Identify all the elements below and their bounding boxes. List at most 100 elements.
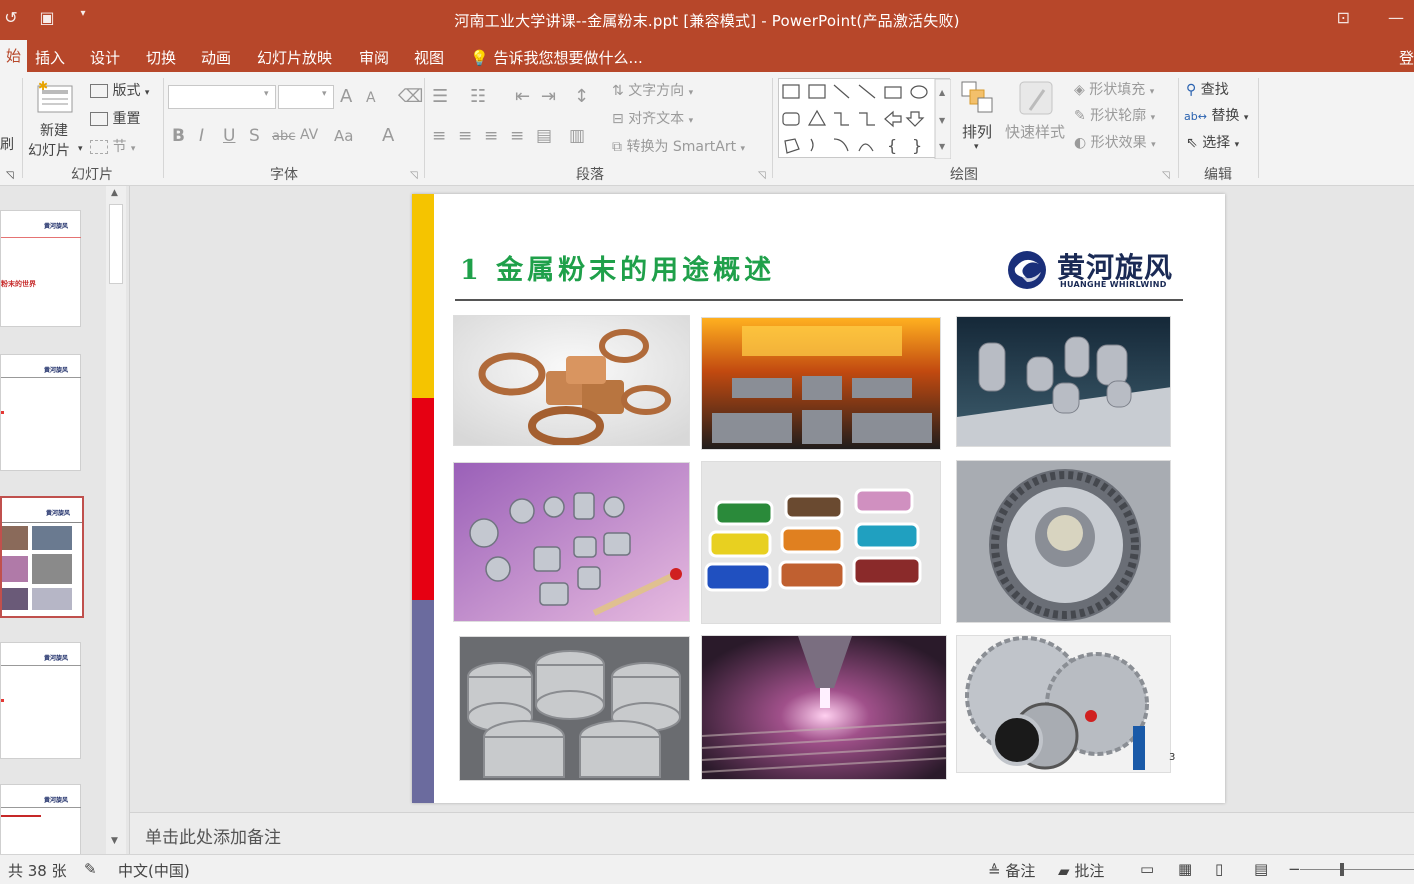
notes-placeholder[interactable]: 单击此处添加备注: [145, 823, 281, 848]
slide-thumbnail[interactable]: 黄河旋风: [0, 784, 81, 854]
layout-button[interactable]: 版式 ▾: [90, 80, 149, 100]
select-button[interactable]: ⇖ 选择 ▾: [1186, 132, 1239, 152]
align-right-icon[interactable]: ≡: [484, 126, 498, 146]
numbering-icon[interactable]: ☷: [470, 86, 486, 107]
align-left-icon[interactable]: ≡: [432, 126, 446, 146]
line-spacing-icon[interactable]: ↕: [574, 86, 589, 107]
shape-fill-button[interactable]: ◈ 形状填充 ▾: [1074, 79, 1154, 99]
metal-parts-photo[interactable]: [453, 462, 690, 622]
section-button[interactable]: 节 ▾: [90, 136, 135, 156]
scrollbar-thumb[interactable]: [109, 204, 123, 284]
italic-button[interactable]: I: [199, 126, 204, 146]
shrink-font-button[interactable]: A: [366, 90, 376, 106]
scroll-down-icon[interactable]: ▼: [111, 836, 118, 846]
tab-review[interactable]: 审阅: [359, 47, 389, 68]
clipboard-launcher-icon[interactable]: ◹: [6, 170, 14, 181]
decrease-indent-icon[interactable]: ⇤: [515, 86, 530, 107]
font-launcher-icon[interactable]: ◹: [410, 170, 418, 181]
title-bar: ↺ ▣ ▾ 河南工业大学讲课--金属粉末.ppt [兼容模式] - PowerP…: [0, 0, 1414, 40]
tab-transitions[interactable]: 切换: [146, 47, 176, 68]
zoom-slider[interactable]: [1300, 863, 1414, 876]
find-button[interactable]: ⚲ 查找: [1186, 79, 1229, 99]
normal-view-icon[interactable]: ▭: [1140, 860, 1154, 878]
pen-icon: ✎: [1074, 108, 1086, 124]
sign-in-link[interactable]: 登: [1399, 47, 1414, 68]
slide-thumbnail-selected[interactable]: 黄河旋风: [0, 496, 84, 618]
colored-powders-photo[interactable]: [701, 461, 941, 624]
tab-insert[interactable]: 插入: [35, 47, 65, 68]
wire-spools-photo[interactable]: [459, 636, 690, 781]
window-controls: ⊡ —: [1337, 8, 1404, 27]
comments-toggle-button[interactable]: ▰ 批注: [1058, 860, 1104, 881]
tab-slideshow[interactable]: 幻灯片放映: [257, 47, 332, 68]
laser-cladding-photo[interactable]: [701, 635, 947, 780]
shape-outline-button[interactable]: ✎ 形状轮廓 ▾: [1074, 105, 1155, 125]
reset-button[interactable]: 重置: [90, 108, 140, 128]
shadow-button[interactable]: S: [249, 126, 260, 146]
notes-toggle-button[interactable]: ≜ 备注: [988, 860, 1035, 881]
replace-button[interactable]: ab↔ 替换 ▾: [1184, 105, 1248, 125]
tab-view[interactable]: 视图: [414, 47, 444, 68]
text-direction-button[interactable]: ⇅ 文字方向 ▾: [612, 80, 693, 100]
diamond-saw-blades-photo[interactable]: [956, 635, 1171, 773]
columns-icon[interactable]: ▥: [569, 126, 585, 146]
distribute-icon[interactable]: ▤: [536, 126, 552, 146]
sintering-furnace-photo[interactable]: [701, 317, 941, 450]
slide-title[interactable]: 1 金属粉末的用途概述: [460, 248, 775, 287]
gear-ring-photo[interactable]: [956, 460, 1171, 623]
slide-sorter-icon[interactable]: ▦: [1178, 860, 1192, 878]
thumbnail-scrollbar[interactable]: ▲ ▼: [106, 186, 126, 854]
svg-text:▼: ▼: [939, 116, 946, 125]
underline-button[interactable]: U: [223, 126, 235, 146]
grow-font-button[interactable]: A: [340, 86, 352, 107]
slide-thumbnail[interactable]: 黄河旋风 粉末的世界: [0, 210, 81, 327]
zoom-slider-thumb[interactable]: [1340, 863, 1344, 876]
slide-number: 3: [1169, 752, 1176, 763]
notes-pane[interactable]: 单击此处添加备注: [130, 812, 1414, 854]
tab-home[interactable]: 始: [0, 40, 28, 72]
format-painter-button[interactable]: 刷: [0, 134, 14, 154]
reset-icon: [90, 112, 108, 126]
slide-thumbnail[interactable]: 黄河旋风: [0, 354, 81, 471]
clear-formatting-icon[interactable]: ⌫: [398, 86, 423, 107]
paragraph-group-label: 段落: [576, 167, 604, 183]
language-indicator[interactable]: 中文(中国): [118, 860, 190, 881]
strikethrough-button[interactable]: abc: [272, 129, 295, 144]
font-color-button[interactable]: A: [382, 125, 394, 146]
tell-me-search[interactable]: 💡 告诉我您想要做什么...: [470, 47, 643, 68]
quick-styles-button[interactable]: [1018, 80, 1056, 120]
slide-thumbnail[interactable]: 黄河旋风: [0, 642, 81, 759]
reading-view-icon[interactable]: ▯: [1215, 860, 1223, 878]
bullets-icon[interactable]: ☰: [432, 86, 448, 107]
paragraph-launcher-icon[interactable]: ◹: [758, 170, 766, 181]
slide[interactable]: 1 金属粉末的用途概述 黄河旋风 HUANGHE WHIRLWIND 3: [412, 194, 1225, 803]
align-text-button[interactable]: ⊟ 对齐文本 ▾: [612, 108, 693, 128]
tab-design[interactable]: 设计: [90, 47, 120, 68]
font-name-field[interactable]: [168, 85, 276, 109]
font-name-dropdown-icon[interactable]: ▾: [264, 89, 269, 99]
char-spacing-button[interactable]: AV: [300, 127, 318, 143]
svg-text:✱: ✱: [38, 80, 48, 93]
convert-smartart-button[interactable]: ⧉ 转换为 SmartArt ▾: [612, 136, 745, 156]
font-size-dropdown-icon[interactable]: ▾: [322, 89, 327, 99]
slideshow-view-icon[interactable]: ▤: [1254, 860, 1268, 878]
arrange-button[interactable]: [960, 80, 996, 120]
new-slide-button[interactable]: ✱: [36, 79, 76, 120]
justify-icon[interactable]: ≡: [510, 126, 524, 146]
copper-bushings-photo[interactable]: [453, 315, 690, 446]
spell-check-icon[interactable]: ✎: [84, 860, 97, 878]
minimize-icon[interactable]: —: [1388, 8, 1404, 27]
ribbon-display-options-icon[interactable]: ⊡: [1337, 8, 1350, 27]
bold-button[interactable]: B: [172, 126, 185, 146]
zoom-out-icon[interactable]: −: [1288, 860, 1301, 878]
shapes-gallery[interactable]: {} ▲ ▼ ▼: [778, 78, 952, 160]
shape-effects-button[interactable]: ◐ 形状效果 ▾: [1074, 132, 1156, 152]
scroll-up-icon[interactable]: ▲: [111, 188, 118, 198]
arrange-dropdown-icon[interactable]: ▾: [974, 142, 979, 152]
align-center-icon[interactable]: ≡: [458, 126, 472, 146]
increase-indent-icon[interactable]: ⇥: [541, 86, 556, 107]
chevron-down-icon[interactable]: ▾: [78, 144, 83, 154]
3d-printed-lattice-photo[interactable]: [956, 316, 1171, 447]
tab-animations[interactable]: 动画: [201, 47, 231, 68]
change-case-button[interactable]: Aa: [334, 127, 353, 145]
